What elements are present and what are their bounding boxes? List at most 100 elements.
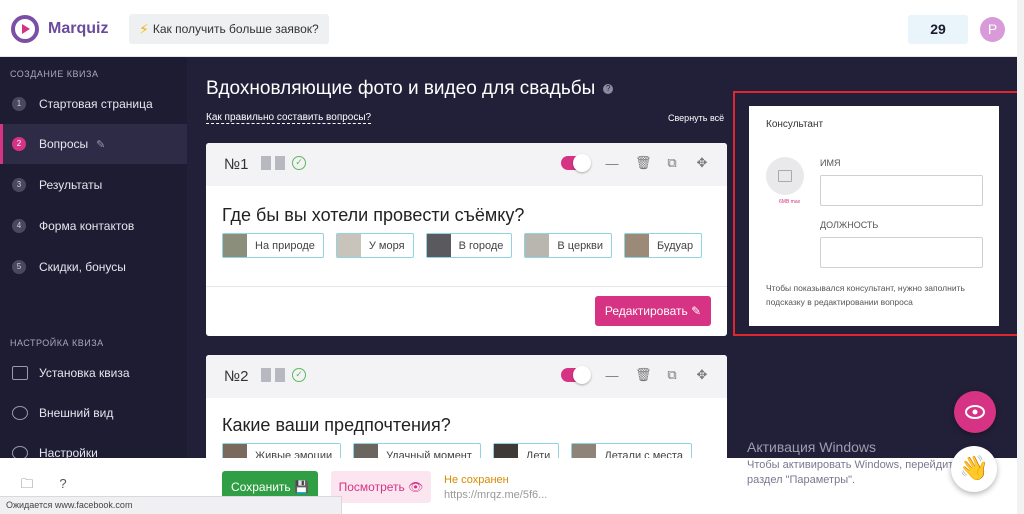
page-title: Вдохновляющие фото и видео для свадьбы? xyxy=(206,78,614,100)
lightning-icon: ⚡ xyxy=(139,21,149,37)
windows-activation-subtitle: Чтобы активировать Windows, перейдите в … xyxy=(747,459,969,486)
consultant-name-field[interactable] xyxy=(820,175,983,206)
sidebar-item-contact-form[interactable]: 4 Форма контактов xyxy=(0,206,187,246)
step-number: 5 xyxy=(12,260,26,274)
consultant-panel: Консультант 6MB max ИМЯ ДОЛЖНОСТЬ Чтобы … xyxy=(749,106,999,326)
photo-size-hint: 6MB max xyxy=(779,199,801,205)
marquiz-logo-icon[interactable] xyxy=(10,14,40,44)
preview-button[interactable]: Посмотреть 👁 xyxy=(331,471,431,503)
step-number: 4 xyxy=(12,219,26,233)
question-number: №2 xyxy=(224,368,249,385)
sidebar-section-create: СОЗДАНИЕ КВИЗА xyxy=(10,69,99,79)
divider xyxy=(206,286,727,287)
answer-option[interactable]: Будуар xyxy=(623,233,703,258)
answer-label: На природе xyxy=(255,239,315,252)
collapse-icon[interactable]: — xyxy=(605,368,619,383)
answer-thumbnail xyxy=(525,234,550,257)
answer-thumbnail xyxy=(624,234,649,257)
image-type-icon xyxy=(261,368,271,382)
edit-question-button[interactable]: Редактировать ✎ xyxy=(595,296,711,326)
code-icon xyxy=(12,366,28,380)
sidebar-item-label: Внешний вид xyxy=(39,406,114,420)
sidebar-item-discounts[interactable]: 5 Скидки, бонусы xyxy=(0,247,187,287)
question-card-header: №1 ✓ — 🗑 ⧉ ✥ xyxy=(206,143,727,186)
sidebar-item-label: Установка квиза xyxy=(39,366,130,380)
save-status: Не сохранен xyxy=(444,474,509,486)
pencil-icon: ✎ xyxy=(96,138,106,151)
leads-counter[interactable]: 29 xyxy=(908,15,968,44)
answer-option[interactable]: В городе xyxy=(425,233,513,258)
answer-option[interactable]: В церкви xyxy=(524,233,612,258)
sidebar-item-start-page[interactable]: 1 Стартовая страница xyxy=(0,84,187,124)
palette-icon xyxy=(12,406,28,420)
browser-status-bar: Ожидается www.facebook.com xyxy=(0,496,342,514)
user-avatar[interactable]: P xyxy=(980,17,1005,42)
move-icon[interactable]: ✥ xyxy=(695,367,709,383)
collapse-all-button[interactable]: Свернуть всё xyxy=(668,113,724,123)
help-icon[interactable]: ? xyxy=(55,476,71,492)
name-label: ИМЯ xyxy=(820,158,841,168)
brand-name[interactable]: Marquiz xyxy=(48,20,108,38)
top-bar: Marquiz ⚡ Как получить больше заявок? 29… xyxy=(0,0,1024,57)
answer-thumbnail xyxy=(426,234,451,257)
howto-link[interactable]: Как правильно составить вопросы? xyxy=(206,112,372,124)
quiz-title-text: Вдохновляющие фото и видео для свадьбы xyxy=(206,78,596,99)
copy-icon[interactable]: ⧉ xyxy=(665,367,679,383)
quiz-url[interactable]: https://mrqz.me/5f6... xyxy=(444,489,547,501)
position-label: ДОЛЖНОСТЬ xyxy=(820,220,879,230)
question-type-icons: ✓ xyxy=(261,156,306,170)
image-type-icon xyxy=(275,156,285,170)
sidebar-section-settings: НАСТРОЙКА КВИЗА xyxy=(10,338,104,348)
folder-icon[interactable]: 🗀 xyxy=(19,476,35,492)
step-number: 3 xyxy=(12,178,26,192)
more-leads-tip-button[interactable]: ⚡ Как получить больше заявок? xyxy=(129,14,329,44)
sidebar-item-appearance[interactable]: Внешний вид xyxy=(0,393,187,433)
move-icon[interactable]: ✥ xyxy=(695,155,709,171)
preview-label: Посмотреть xyxy=(338,480,405,494)
sidebar-item-label: Вопросы xyxy=(39,137,89,151)
copy-icon[interactable]: ⧉ xyxy=(665,155,679,171)
scrollbar[interactable] xyxy=(1017,0,1024,514)
question-visibility-toggle[interactable] xyxy=(561,366,591,384)
question-card: №2 ✓ — 🗑 ⧉ ✥ Какие ваши предпочтения? Жи… xyxy=(206,355,727,468)
image-placeholder-icon[interactable] xyxy=(766,157,804,195)
question-number: №1 xyxy=(224,156,249,173)
sidebar-item-questions[interactable]: 2 Вопросы ✎ xyxy=(0,124,187,164)
question-type-icons: ✓ xyxy=(261,368,306,382)
question-card: №1 ✓ — 🗑 ⧉ ✥ Где бы вы хотели провести с… xyxy=(206,143,727,336)
sidebar-item-label: Результаты xyxy=(39,178,103,192)
question-tools: — 🗑 ⧉ ✥ xyxy=(561,154,709,172)
answer-list: На природе У моря В городе В церкви Буду… xyxy=(222,233,703,258)
trash-icon[interactable]: 🗑 xyxy=(635,367,652,383)
consultant-position-field[interactable] xyxy=(820,237,983,268)
answer-label: В церкви xyxy=(557,239,603,252)
eye-icon xyxy=(965,405,985,419)
answer-label: Будуар xyxy=(656,239,694,252)
answer-option[interactable]: На природе xyxy=(222,233,324,258)
question-visibility-toggle[interactable] xyxy=(561,154,591,172)
sidebar-item-results[interactable]: 3 Результаты xyxy=(0,165,187,205)
answer-option[interactable]: У моря xyxy=(335,233,414,258)
consultant-note: Чтобы показывался консультант, нужно зап… xyxy=(766,283,965,307)
answer-label: В городе xyxy=(458,239,504,252)
question-card-header: №2 ✓ — 🗑 ⧉ ✥ xyxy=(206,355,727,398)
wave-hand-icon[interactable]: 👋 xyxy=(951,446,997,492)
collapse-icon[interactable]: — xyxy=(605,156,619,171)
trash-icon[interactable]: 🗑 xyxy=(635,155,652,171)
consultant-title: Консультант xyxy=(766,119,824,130)
help-icon[interactable]: ? xyxy=(603,83,614,94)
sidebar-item-install[interactable]: Установка квиза xyxy=(0,353,187,393)
windows-activation-title: Активация Windows xyxy=(747,439,877,455)
step-number: 1 xyxy=(12,97,26,111)
sidebar-item-label: Скидки, бонусы xyxy=(39,260,126,274)
sidebar-item-label: Форма контактов xyxy=(39,219,135,233)
sidebar: СОЗДАНИЕ КВИЗА 1 Стартовая страница 2 Во… xyxy=(0,57,187,514)
preview-fab-button[interactable] xyxy=(954,391,996,433)
check-icon: ✓ xyxy=(292,156,306,170)
answer-label: У моря xyxy=(368,239,405,252)
image-type-icon xyxy=(261,156,271,170)
question-text: Какие ваши предпочтения? xyxy=(222,415,451,435)
sidebar-item-label: Стартовая страница xyxy=(39,97,153,111)
save-label: Сохранить xyxy=(231,480,291,494)
answer-thumbnail xyxy=(336,234,361,257)
